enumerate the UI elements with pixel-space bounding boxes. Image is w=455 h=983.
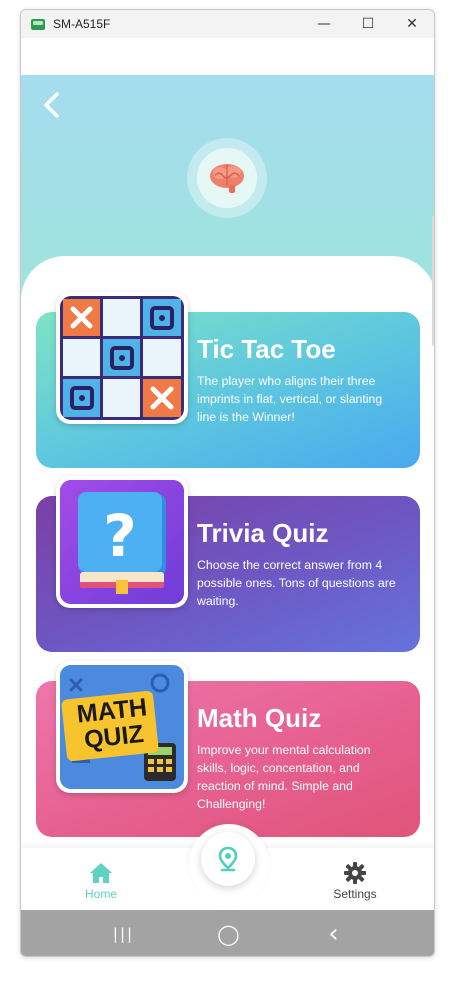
nav-item-home[interactable]: Home [61,862,141,901]
scrollbar[interactable] [432,216,434,346]
brain-badge [187,138,267,218]
window-controls: — ☐ ✕ [302,10,434,38]
nav-home-label: Home [84,887,117,901]
question-book-icon: ? [60,480,184,604]
game-description: Choose the correct answer from 4 possibl… [197,558,396,608]
game-card-math-quiz[interactable]: MATH QUIZ Math Quiz Improve your mental … [36,661,420,837]
game-title: Tic Tac Toe [197,334,336,364]
nav-settings-label: Settings [333,887,377,901]
tic-tac-toe-thumbnail [56,292,188,424]
home-icon [90,863,112,883]
center-action-button[interactable] [201,832,255,886]
game-description: Improve your mental calculation skills, … [197,743,371,811]
window-title: SM-A515F [53,17,111,31]
nav-item-settings[interactable]: Settings [315,862,395,901]
maximize-button[interactable]: ☐ [346,10,390,38]
phone-screen: Tic Tac Toe The player who aligns their … [21,38,434,910]
svg-text:?: ? [103,502,137,570]
back-softkey[interactable]: ‹ [314,919,354,949]
status-bar [21,38,434,75]
emulator-window: SM-A515F — ☐ ✕ Tic Tac Toe The player wh… [20,9,435,957]
tic-tac-toe-icon [60,296,184,420]
game-card-trivia-quiz[interactable]: ? Trivia Quiz Choose the correct answer … [36,476,420,652]
location-pin-icon [218,846,238,872]
phone-app-icon [31,18,45,30]
math-quiz-thumbnail: MATH QUIZ [56,661,188,793]
close-button[interactable]: ✕ [390,10,434,38]
trivia-quiz-thumbnail: ? [56,476,188,608]
recents-button[interactable]: ||| [104,919,144,949]
chevron-left-icon [44,92,59,118]
game-title: Math Quiz [197,703,322,733]
back-button[interactable] [41,90,67,120]
game-card-tic-tac-toe[interactable]: Tic Tac Toe The player who aligns their … [36,292,420,468]
title-bar: SM-A515F — ☐ ✕ [21,10,434,38]
brain-icon [210,164,244,193]
minimize-button[interactable]: — [302,10,346,38]
gear-icon [344,862,366,884]
game-description: The player who aligns their three imprin… [197,374,383,424]
android-navigation-bar: ||| ◯ ‹ [21,910,434,956]
game-title: Trivia Quiz [197,518,329,548]
home-button[interactable]: ◯ [209,919,249,949]
